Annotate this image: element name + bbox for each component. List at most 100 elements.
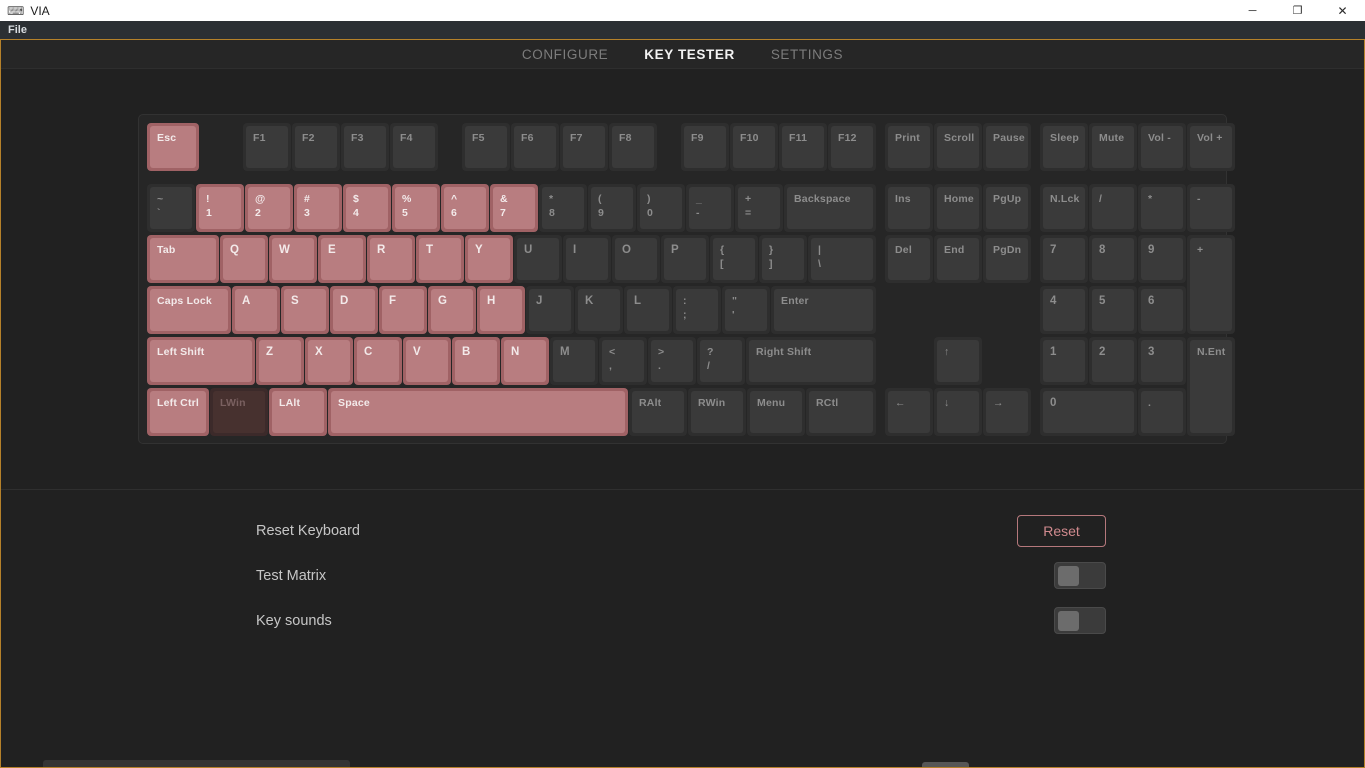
key-f7[interactable]: F7 [560,123,608,171]
key-ins[interactable]: Ins [885,184,933,232]
key-[interactable]: * [1138,184,1186,232]
key-q[interactable]: Q [220,235,268,283]
key-[interactable]: $4 [343,184,391,232]
key-[interactable]: | \ [808,235,876,283]
key-p[interactable]: P [661,235,709,283]
key-[interactable]: >. [648,337,696,385]
key-[interactable]: :; [673,286,721,334]
key-[interactable]: * 8 [539,184,587,232]
reset-button[interactable]: Reset [1017,514,1106,547]
key-[interactable]: " ' [722,286,770,334]
key-sleep[interactable]: Sleep [1040,123,1088,171]
key-right-shift[interactable]: Right Shift [746,337,876,385]
key-r[interactable]: R [367,235,415,283]
minimize-button[interactable]: ─ [1230,0,1275,21]
key-[interactable]: . [1138,388,1186,436]
key-[interactable]: #3 [294,184,342,232]
key-u[interactable]: U [514,235,562,283]
key-[interactable]: }] [759,235,807,283]
key-[interactable]: / [1089,184,1137,232]
key-2[interactable]: 2 [1089,337,1137,385]
toggle-test-matrix[interactable] [1054,562,1106,589]
tab-settings[interactable]: SETTINGS [767,45,847,64]
key-pgdn[interactable]: PgDn [983,235,1031,283]
key-f6[interactable]: F6 [511,123,559,171]
key-b[interactable]: B [452,337,500,385]
close-button[interactable]: ✕ [1320,0,1365,21]
key-h[interactable]: H [477,286,525,334]
key-n[interactable]: N [501,337,549,385]
key-c[interactable]: C [354,337,402,385]
key-[interactable]: - [1187,184,1235,232]
key-home[interactable]: Home [934,184,982,232]
key-end[interactable]: End [934,235,982,283]
key-pause[interactable]: Pause [983,123,1031,171]
key-space[interactable]: Space [328,388,628,436]
key-f[interactable]: F [379,286,427,334]
key-scroll[interactable]: Scroll [934,123,982,171]
tab-configure[interactable]: CONFIGURE [518,45,612,64]
key-rwin[interactable]: RWin [688,388,746,436]
key-lalt[interactable]: LAlt [269,388,327,436]
key-f1[interactable]: F1 [243,123,291,171]
key-[interactable]: ↓ [934,388,982,436]
key-e[interactable]: E [318,235,366,283]
key-vol[interactable]: Vol + [1187,123,1235,171]
key-rctl[interactable]: RCtl [806,388,876,436]
key-t[interactable]: T [416,235,464,283]
bottom-clipped-field[interactable] [43,760,350,767]
toggle-key-sounds[interactable] [1054,607,1106,634]
menu-item-file[interactable]: File [8,24,27,36]
key-f11[interactable]: F11 [779,123,827,171]
key-o[interactable]: O [612,235,660,283]
key-[interactable]: _ - [686,184,734,232]
key-menu[interactable]: Menu [747,388,805,436]
key-[interactable]: ) 0 [637,184,685,232]
key-g[interactable]: G [428,286,476,334]
key-x[interactable]: X [305,337,353,385]
tab-key-tester[interactable]: KEY TESTER [640,45,739,64]
key-3[interactable]: 3 [1138,337,1186,385]
key-del[interactable]: Del [885,235,933,283]
key-backspace[interactable]: Backspace [784,184,876,232]
key-[interactable]: {[ [710,235,758,283]
key-[interactable]: + = [735,184,783,232]
key-f5[interactable]: F5 [462,123,510,171]
key-[interactable]: & 7 [490,184,538,232]
key-8[interactable]: 8 [1089,235,1137,283]
key-s[interactable]: S [281,286,329,334]
key-1[interactable]: 1 [1040,337,1088,385]
key-f10[interactable]: F10 [730,123,778,171]
key-ralt[interactable]: RAlt [629,388,687,436]
bottom-clipped-control[interactable] [922,762,969,767]
key-y[interactable]: Y [465,235,513,283]
key-[interactable]: % 5 [392,184,440,232]
key-[interactable]: (9 [588,184,636,232]
key-0[interactable]: 0 [1040,388,1137,436]
key-[interactable]: ? / [697,337,745,385]
key-f8[interactable]: F8 [609,123,657,171]
key-esc[interactable]: Esc [147,123,199,171]
key-f9[interactable]: F9 [681,123,729,171]
key-[interactable]: ! 1 [196,184,244,232]
key-mute[interactable]: Mute [1089,123,1137,171]
key-caps-lock[interactable]: Caps Lock [147,286,231,334]
key-n-ent[interactable]: N.Ent [1187,337,1235,436]
key-4[interactable]: 4 [1040,286,1088,334]
key-f12[interactable]: F12 [828,123,876,171]
key-6[interactable]: 6 [1138,286,1186,334]
key-[interactable]: @2 [245,184,293,232]
key-l[interactable]: L [624,286,672,334]
key-f2[interactable]: F2 [292,123,340,171]
key-k[interactable]: K [575,286,623,334]
key-5[interactable]: 5 [1089,286,1137,334]
key-f4[interactable]: F4 [390,123,438,171]
key-enter[interactable]: Enter [771,286,876,334]
key-[interactable]: ← [885,388,933,436]
key-print[interactable]: Print [885,123,933,171]
key-[interactable]: + [1187,235,1235,334]
key-i[interactable]: I [563,235,611,283]
key-z[interactable]: Z [256,337,304,385]
key-tab[interactable]: Tab [147,235,219,283]
key-[interactable]: ↑ [934,337,982,385]
